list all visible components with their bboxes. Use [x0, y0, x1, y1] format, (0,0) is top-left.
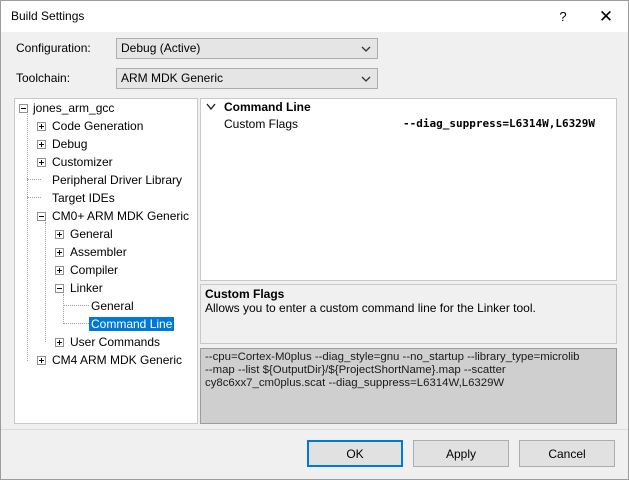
ok-button[interactable]: OK: [307, 440, 403, 467]
chevron-down-icon: [361, 76, 371, 82]
tree-item-general[interactable]: General: [55, 226, 113, 243]
tree-item-compiler[interactable]: Compiler: [55, 262, 118, 279]
tree-item-peripheral-driver-library[interactable]: Peripheral Driver Library: [52, 172, 182, 189]
expand-icon[interactable]: [55, 266, 64, 275]
expand-icon[interactable]: [37, 140, 46, 149]
tree-item-label: General: [70, 227, 113, 241]
collapse-icon[interactable]: [19, 104, 28, 113]
tree-item-label: Customizer: [52, 155, 113, 169]
tree-item-label: User Commands: [70, 335, 161, 349]
tree-root[interactable]: jones_arm_gcc: [19, 100, 114, 117]
tree-item-code-generation[interactable]: Code Generation: [37, 118, 143, 135]
title-bar: Build Settings ? ✕: [1, 1, 628, 32]
toolchain-value: ARM MDK Generic: [121, 71, 224, 85]
tree-item-label: Linker: [70, 281, 103, 295]
chevron-down-icon: [361, 46, 371, 52]
tree-item-label: Peripheral Driver Library: [52, 173, 183, 187]
chevron-down-icon[interactable]: [206, 103, 216, 111]
property-category-label: Command Line: [224, 100, 311, 114]
description-panel: Custom Flags Allows you to enter a custo…: [200, 284, 617, 344]
tree-item-user-commands[interactable]: User Commands: [55, 334, 160, 351]
tree-connector: [27, 179, 41, 180]
collapse-icon[interactable]: [37, 212, 46, 221]
command-line-preview: --cpu=Cortex-M0plus --diag_style=gnu --n…: [200, 348, 617, 424]
tree-item-label: Compiler: [70, 263, 119, 277]
tree-item-linker-general[interactable]: General: [91, 298, 134, 315]
tree-item-label: Command Line: [89, 317, 175, 331]
description-text: Allows you to enter a custom command lin…: [205, 301, 536, 315]
tree-item-customizer[interactable]: Customizer: [37, 154, 113, 171]
description-title: Custom Flags: [205, 287, 285, 301]
property-row-custom-flags[interactable]: Custom Flags --diag_suppress=L6314W,L632…: [201, 116, 616, 132]
tree-connector: [63, 323, 89, 324]
tree-item-label: CM0+ ARM MDK Generic: [52, 209, 190, 223]
tree-item-label: Code Generation: [52, 119, 144, 133]
expand-icon[interactable]: [37, 356, 46, 365]
property-category[interactable]: Command Line: [201, 99, 616, 116]
property-name: Custom Flags: [224, 117, 299, 131]
tree-item-debug[interactable]: Debug: [37, 136, 87, 153]
configuration-dropdown[interactable]: Debug (Active): [116, 38, 378, 59]
expand-icon[interactable]: [55, 230, 64, 239]
tree-item-target-ides[interactable]: Target IDEs: [52, 190, 115, 207]
tree-item-cm4-arm-mdk-generic[interactable]: CM4 ARM MDK Generic: [37, 352, 182, 369]
tree-item-label: CM4 ARM MDK Generic: [52, 353, 183, 367]
help-button[interactable]: ?: [541, 1, 585, 32]
tree-item-label: jones_arm_gcc: [33, 101, 115, 115]
tree-connector: [27, 197, 41, 198]
tree-connector: [63, 294, 64, 324]
toolchain-label: Toolchain:: [16, 71, 71, 85]
configuration-label: Configuration:: [16, 41, 91, 55]
divider: [1, 429, 628, 430]
property-value[interactable]: --diag_suppress=L6314W,L6329W: [403, 116, 595, 132]
expand-icon[interactable]: [55, 338, 64, 347]
configuration-value: Debug (Active): [121, 41, 201, 55]
tree-item-cm0-arm-mdk-generic[interactable]: CM0+ ARM MDK Generic: [37, 208, 189, 225]
tree-item-command-line[interactable]: Command Line: [89, 316, 175, 333]
cancel-button[interactable]: Cancel: [519, 440, 615, 467]
expand-icon[interactable]: [37, 122, 46, 131]
collapse-icon[interactable]: [55, 284, 64, 293]
tree-connector: [63, 305, 89, 306]
command-line-text: cy8c6xx7_cm0plus.scat --diag_suppress=L6…: [205, 377, 505, 389]
expand-icon[interactable]: [37, 158, 46, 167]
tree-item-label: Assembler: [70, 245, 127, 259]
toolchain-dropdown[interactable]: ARM MDK Generic: [116, 68, 378, 89]
apply-button[interactable]: Apply: [413, 440, 509, 467]
command-line-text: --map --list ${OutputDir}/${ProjectShort…: [205, 364, 506, 376]
tree-item-assembler[interactable]: Assembler: [55, 244, 127, 261]
tree-connector: [27, 109, 28, 361]
window-title: Build Settings: [11, 9, 85, 23]
expand-icon[interactable]: [55, 248, 64, 257]
build-settings-dialog: Build Settings ? ✕ Configuration: Debug …: [0, 0, 629, 480]
command-line-text: --cpu=Cortex-M0plus --diag_style=gnu --n…: [205, 351, 580, 363]
tree-connector: [45, 222, 46, 342]
tree-item-label: Debug: [52, 137, 88, 151]
settings-tree[interactable]: jones_arm_gcc Code Generation Debug Cust…: [14, 98, 198, 424]
tree-item-label: Target IDEs: [52, 191, 115, 205]
tree-item-linker[interactable]: Linker: [55, 280, 103, 297]
property-grid[interactable]: Command Line Custom Flags --diag_suppres…: [200, 98, 617, 281]
tree-item-label: General: [91, 299, 134, 313]
close-button[interactable]: ✕: [584, 1, 628, 32]
